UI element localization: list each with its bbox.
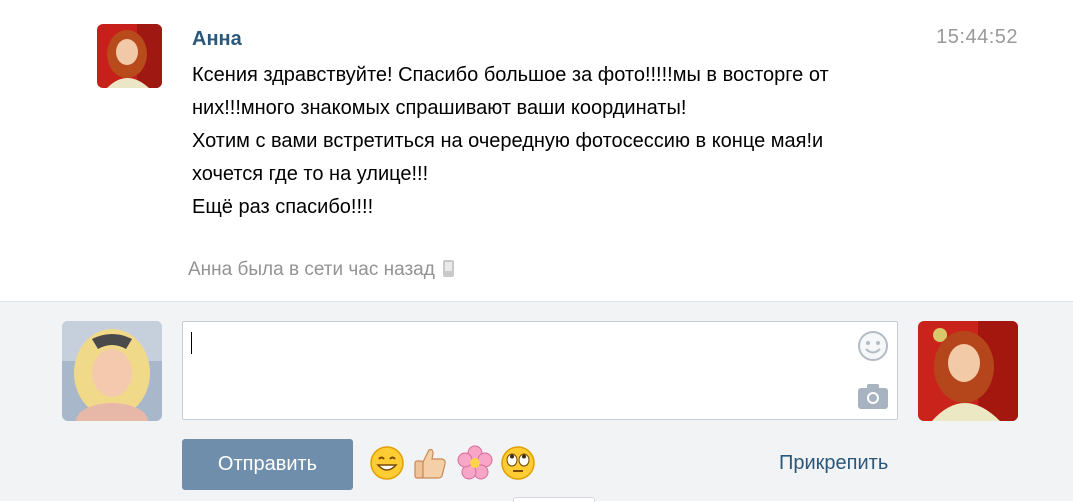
message-composer: Отправить Прикрепить bbox=[0, 301, 1073, 502]
send-button[interactable]: Отправить bbox=[182, 439, 353, 490]
message-line: Хотим с вами встретиться на очередную фо… bbox=[192, 130, 824, 152]
message-input[interactable] bbox=[182, 321, 898, 420]
message-line: Ещё раз спасибо!!!! bbox=[192, 196, 374, 218]
message-line: них!!!много знакомых спрашивают ваши коо… bbox=[192, 97, 687, 119]
author-avatar[interactable] bbox=[97, 24, 162, 88]
message-author-name[interactable]: Анна bbox=[192, 28, 242, 51]
message-timestamp: 15:44:52 bbox=[936, 26, 1018, 48]
author-photo bbox=[97, 24, 162, 88]
smiling-face-icon[interactable] bbox=[369, 445, 405, 481]
smile-icon[interactable] bbox=[857, 330, 889, 362]
attach-link[interactable]: Прикрепить bbox=[779, 452, 888, 475]
text-caret bbox=[191, 332, 192, 354]
mobile-phone-icon bbox=[442, 260, 454, 277]
flower-icon[interactable] bbox=[457, 445, 493, 481]
message-line: хочется где то на улице!!! bbox=[192, 163, 429, 185]
online-status: Анна была в сети час назад bbox=[188, 259, 454, 281]
camera-icon[interactable] bbox=[857, 382, 889, 410]
message-line: Ксения здравствуйте! Спасибо большое за … bbox=[192, 64, 829, 86]
recipient-photo bbox=[918, 321, 1018, 421]
my-photo bbox=[62, 321, 162, 421]
recipient-avatar[interactable] bbox=[918, 321, 1018, 421]
eye-roll-face-icon[interactable] bbox=[500, 445, 536, 481]
thumbs-up-icon[interactable] bbox=[412, 445, 448, 481]
my-avatar[interactable] bbox=[62, 321, 162, 421]
online-status-text: Анна была в сети час назад bbox=[188, 259, 435, 280]
message-body: Ксения здравствуйте! Спасибо большое за … bbox=[192, 59, 952, 224]
